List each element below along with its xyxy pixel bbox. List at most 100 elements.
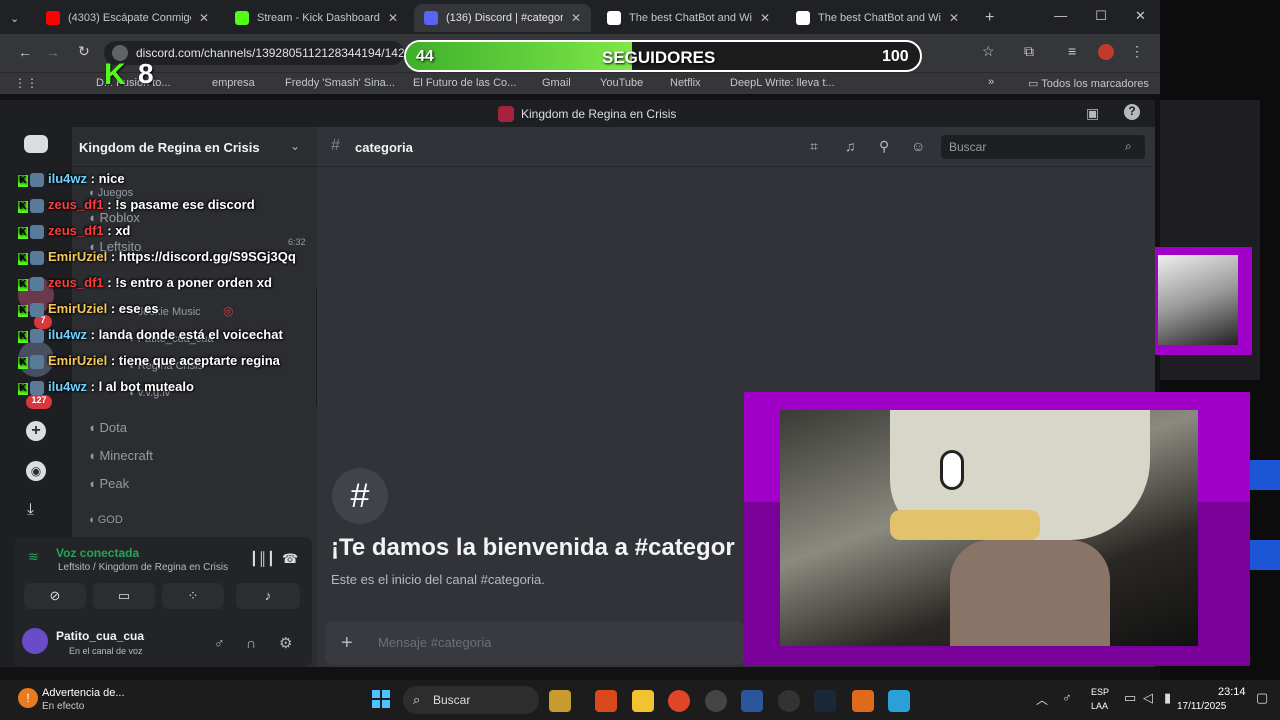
apps-grid-icon[interactable]: ⋮⋮: [14, 76, 38, 90]
browser-tab[interactable]: The best ChatBot and Widge✕: [597, 4, 780, 32]
forward-icon[interactable]: →: [46, 44, 60, 60]
channel-item[interactable]: ◖ Peak: [88, 476, 129, 491]
bookmark-item[interactable]: Gmail: [542, 77, 571, 89]
windows-start-icon[interactable]: [372, 690, 390, 708]
camera-off-icon: ⊘: [49, 588, 61, 603]
steam-icon[interactable]: [814, 690, 836, 712]
download-icon[interactable]: ⤓: [27, 501, 34, 519]
profile-avatar[interactable]: [1098, 44, 1114, 60]
help-icon[interactable]: ?: [1124, 104, 1140, 120]
browser-tab[interactable]: (136) Discord | #categoria ✕: [414, 4, 591, 32]
obs-icon[interactable]: [705, 690, 727, 712]
bookmark-item[interactable]: El Futuro de las Co...: [413, 77, 516, 89]
kick-badge-icon: K: [18, 227, 28, 239]
taskbar-search[interactable]: ⌕ Buscar: [403, 686, 539, 714]
network-icon[interactable]: ▭: [1124, 690, 1136, 706]
close-tab-icon[interactable]: ✕: [563, 11, 581, 25]
notification-title[interactable]: Advertencia de...: [42, 687, 125, 699]
language-indicator[interactable]: ESP: [1091, 687, 1109, 697]
add-attachment-icon[interactable]: +: [341, 632, 353, 655]
browser-tab[interactable]: (4303) Escápate Conmigo Re✕: [36, 4, 219, 32]
pin-icon[interactable]: ⚲: [879, 138, 889, 155]
maximize-icon[interactable]: ☐: [1095, 8, 1107, 28]
more-bookmarks-icon[interactable]: »: [988, 76, 994, 88]
discord-taskbar-icon[interactable]: [778, 690, 800, 712]
camera-off-button[interactable]: ⊘: [24, 583, 86, 609]
channel-hash-icon: #: [332, 468, 388, 524]
bell-icon[interactable]: ♫: [845, 138, 856, 154]
discord-home-icon[interactable]: [24, 135, 48, 153]
new-tab-icon[interactable]: +: [975, 4, 995, 32]
webcam-feed: [780, 410, 1198, 646]
inbox-icon[interactable]: ▣: [1086, 105, 1099, 122]
close-tab-icon[interactable]: ✕: [752, 11, 770, 25]
volume-icon[interactable]: ◁: [1143, 690, 1153, 706]
notepad-icon[interactable]: [888, 690, 910, 712]
bookmark-item[interactable]: Freddy 'Smash' Sina...: [285, 77, 395, 89]
headphones-icon[interactable]: ∩: [246, 635, 256, 651]
settings-gear-icon[interactable]: ⚙: [279, 634, 292, 652]
add-server-icon[interactable]: +: [26, 421, 46, 441]
soundboard-button[interactable]: ♪: [236, 583, 300, 609]
search-placeholder: Buscar: [949, 140, 987, 154]
minimize-icon[interactable]: —: [1054, 8, 1067, 28]
microphone-icon[interactable]: ♂: [214, 635, 225, 651]
back-icon[interactable]: ←: [18, 44, 32, 60]
message-input[interactable]: + Mensaje #categoria: [325, 621, 745, 665]
bookmark-star-icon[interactable]: ☆: [982, 43, 995, 60]
kick-badge-icon: K: [18, 175, 28, 187]
member-list-icon[interactable]: ☺: [911, 138, 925, 154]
tab-search-icon[interactable]: ⌄: [0, 4, 36, 32]
browser-tab[interactable]: Stream - Kick Dashboard ✕: [225, 4, 408, 32]
noise-suppression-icon[interactable]: ┃║┃: [250, 551, 275, 567]
search-input[interactable]: Buscar ⌕: [941, 135, 1145, 159]
media-icon[interactable]: ≡: [1068, 43, 1076, 59]
chat-overlay-message: Kzeus_df1 : !s entro a poner orden xd: [18, 275, 272, 291]
chrome-icon[interactable]: [668, 690, 690, 712]
kick-badge-icon: K: [18, 305, 28, 317]
app-4-icon[interactable]: [852, 690, 874, 712]
window-title: Kingdom de Regina en Crisis: [521, 107, 677, 121]
server-header[interactable]: Kingdom de Regina en Crisis ⌄: [72, 127, 317, 167]
chevron-up-icon[interactable]: ︿: [1036, 691, 1048, 708]
preview-thumbnail: [1154, 247, 1252, 355]
bookmark-item[interactable]: empresa: [212, 77, 255, 89]
url-text: discord.com/channels/1392805112128344194…: [136, 46, 404, 60]
reload-icon[interactable]: ↻: [78, 43, 90, 60]
screen-share-button[interactable]: ▭: [93, 583, 155, 609]
avatar[interactable]: [22, 628, 48, 654]
channel-item[interactable]: ◖ GOD: [88, 514, 123, 526]
bookmark-item[interactable]: Netflix: [670, 77, 701, 89]
activities-button[interactable]: ⁘: [162, 583, 224, 609]
mic-tray-icon[interactable]: ♂: [1062, 690, 1072, 705]
browser-tab[interactable]: The best ChatBot and Widge✕: [786, 4, 969, 32]
threads-icon[interactable]: ⌗: [810, 138, 818, 155]
word-icon[interactable]: [741, 690, 763, 712]
chat-text: : l al bot mutealo: [87, 379, 194, 394]
soundboard-icon: ♪: [264, 588, 272, 603]
close-tab-icon[interactable]: ✕: [941, 11, 959, 25]
bug-app-icon[interactable]: [595, 690, 617, 712]
menu-icon[interactable]: ⋮: [1130, 43, 1144, 60]
channel-item[interactable]: ◖ Minecraft: [88, 448, 153, 463]
chat-avatar: [30, 276, 44, 291]
game-app-icon[interactable]: [549, 690, 571, 712]
bookmark-item[interactable]: YouTube: [600, 77, 643, 89]
close-tab-icon[interactable]: ✕: [380, 11, 398, 25]
bookmark-item[interactable]: DeepL Write: lleva t...: [730, 77, 835, 89]
kick-badge-icon: K: [18, 383, 28, 395]
battery-icon[interactable]: ▮: [1164, 690, 1171, 706]
explore-icon[interactable]: ◉: [26, 461, 46, 481]
voice-location[interactable]: Leftsito / Kingdom de Regina en Crisis: [58, 562, 228, 573]
kick-badge-icon: K: [18, 253, 28, 265]
notifications-icon[interactable]: ▢: [1256, 690, 1268, 706]
file-explorer-icon[interactable]: [632, 690, 654, 712]
all-bookmarks-folder[interactable]: ▭ Todos los marcadores: [1028, 77, 1149, 90]
channel-item[interactable]: ◖ Dota: [88, 420, 127, 435]
close-tab-icon[interactable]: ✕: [191, 11, 209, 25]
clock-time[interactable]: 23:14: [1218, 686, 1246, 698]
close-window-icon[interactable]: ✕: [1135, 8, 1146, 28]
extensions-icon[interactable]: ⧉: [1024, 43, 1034, 60]
disconnect-icon[interactable]: ☎: [282, 551, 298, 567]
voice-channel-icon: ◖: [88, 420, 100, 435]
